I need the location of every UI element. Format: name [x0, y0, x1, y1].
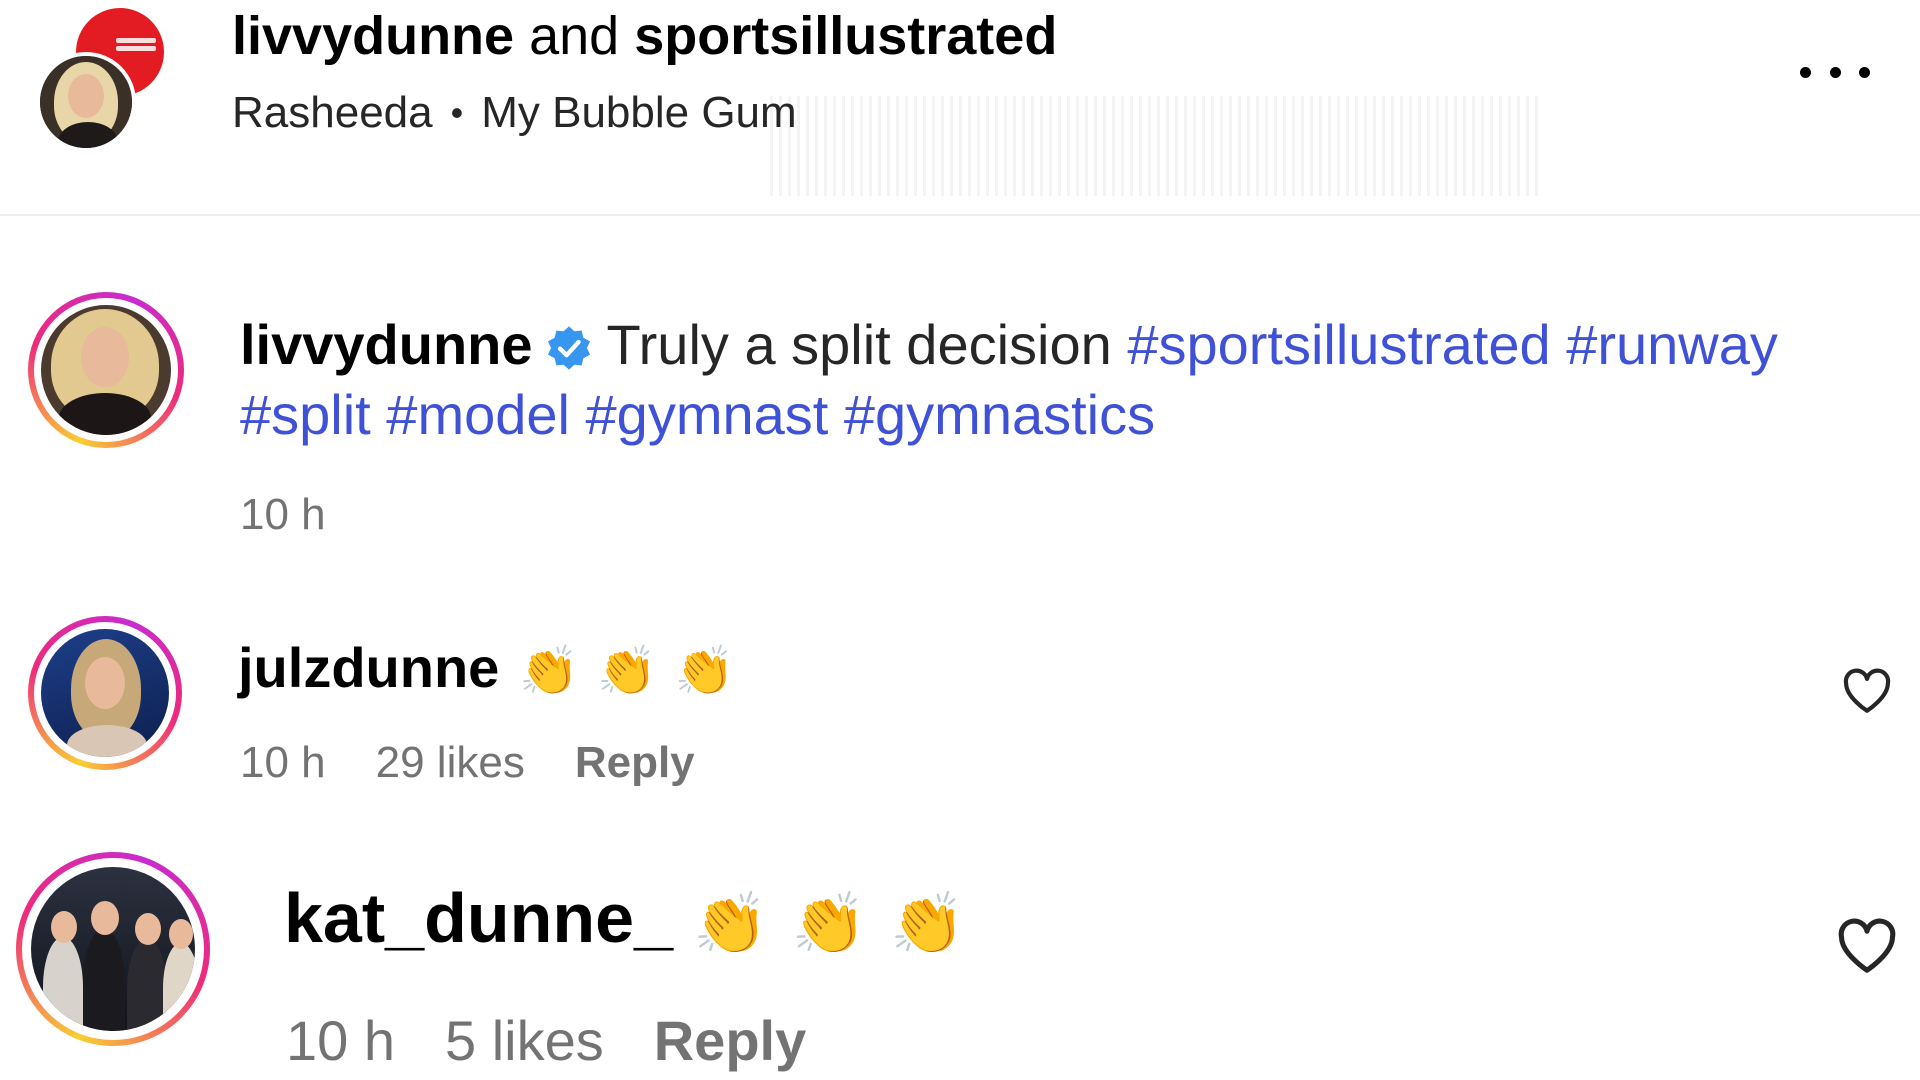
more-options-button[interactable] [1800, 52, 1870, 92]
comment-likes[interactable]: 5 likes [445, 1008, 604, 1073]
caption-timestamp[interactable]: 10 h [240, 490, 1900, 540]
reply-button[interactable]: Reply [654, 1008, 807, 1073]
livvydunne-avatar-photo [41, 305, 171, 435]
livvydunne-small-avatar[interactable] [36, 52, 136, 152]
collab-avatars[interactable] [36, 8, 176, 152]
clapping-hands-icon: 👏👏👏 [693, 889, 990, 957]
comment-likes[interactable]: 29 likes [376, 738, 525, 788]
more-horizontal-icon [1800, 66, 1811, 78]
hashtag-link[interactable]: #gymnastics [844, 383, 1155, 446]
comment-text: julzdunne 👏👏👏 [238, 628, 753, 712]
post-caption: livvydunne Truly a split decision #sport… [240, 310, 1900, 540]
comment-avatar[interactable] [28, 616, 182, 770]
comment-username-link[interactable]: kat_dunne_ [284, 879, 673, 957]
comment-meta: 10 h 5 likes Reply [286, 1008, 856, 1073]
comment-text: kat_dunne_ 👏👏👏 [284, 868, 989, 974]
comment-meta: 10 h 29 likes Reply [240, 738, 745, 788]
caption-avatar[interactable] [28, 292, 184, 448]
reply-button[interactable]: Reply [575, 738, 695, 788]
comment-timestamp[interactable]: 10 h [286, 1008, 395, 1073]
audio-track[interactable]: My Bubble Gum [481, 86, 796, 140]
comment-avatar[interactable] [16, 852, 210, 1046]
hashtag-link[interactable]: #model [386, 383, 570, 446]
caption-text: livvydunne Truly a split decision #sport… [240, 310, 1900, 450]
verified-badge-icon [547, 326, 590, 370]
heart-outline-icon[interactable] [1836, 918, 1898, 974]
collaborator-username-link[interactable]: sportsillustrated [634, 6, 1057, 66]
owner-username-link[interactable]: livvydunne [232, 6, 514, 66]
comment-username-link[interactable]: julzdunne [238, 636, 499, 699]
hashtag-link[interactable]: #sportsillustrated [1127, 313, 1550, 376]
post-header: livvydunne and sportsillustrated Rasheed… [0, 0, 1920, 216]
audio-waveform [770, 96, 1540, 196]
audio-artist[interactable]: Rasheeda [232, 86, 433, 140]
hashtag-link[interactable]: #split [240, 383, 371, 446]
clapping-hands-icon: 👏👏👏 [519, 645, 753, 699]
collab-joiner: and [529, 6, 620, 66]
julzdunne-avatar-photo [41, 629, 169, 757]
hashtag-link[interactable]: #gymnast [586, 383, 829, 446]
collab-title: livvydunne and sportsillustrated [232, 4, 1057, 68]
hashtag-link[interactable]: #runway [1566, 313, 1778, 376]
comment-timestamp[interactable]: 10 h [240, 738, 326, 788]
caption-body: Truly a split decision [606, 313, 1112, 376]
caption-username-link[interactable]: livvydunne [240, 313, 533, 376]
kat-dunne-avatar-photo [31, 867, 195, 1031]
audio-separator: • [450, 92, 464, 133]
heart-outline-icon[interactable] [1842, 668, 1892, 714]
